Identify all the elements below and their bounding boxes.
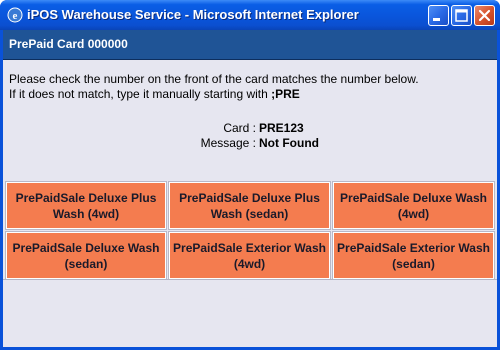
product-button-deluxe-4wd[interactable]: PrePaidSale Deluxe Wash (4wd) (332, 181, 495, 230)
card-row: Card : PRE123 (3, 121, 497, 136)
instruction-line-2-text: If it does not match, type it manually s… (9, 87, 272, 101)
product-button-deluxe-plus-4wd[interactable]: PrePaidSale Deluxe Plus Wash (4wd) (5, 181, 167, 230)
page-content: PrePaid Card 000000 Please check the num… (3, 30, 497, 347)
message-value: Not Found (259, 136, 319, 150)
product-button-grid: PrePaidSale Deluxe Plus Wash (4wd) PrePa… (5, 181, 496, 280)
instructions-text: Please check the number on the front of … (9, 72, 419, 102)
message-label: Message : (200, 136, 256, 150)
page-title: PrePaid Card 000000 (9, 37, 128, 51)
maximize-button[interactable] (451, 5, 472, 26)
card-header-bar: PrePaid Card 000000 (3, 30, 497, 60)
minimize-button[interactable] (428, 5, 449, 26)
minimize-icon (433, 18, 440, 21)
instruction-line-2: If it does not match, type it manually s… (9, 87, 419, 102)
browser-window: e iPOS Warehouse Service - Microsoft Int… (0, 0, 500, 350)
title-bar[interactable]: e iPOS Warehouse Service - Microsoft Int… (0, 0, 500, 30)
maximize-icon (455, 9, 468, 22)
instruction-line-1: Please check the number on the front of … (9, 72, 419, 86)
svg-text:e: e (13, 10, 18, 22)
close-icon (478, 9, 491, 22)
message-row: Message : Not Found (3, 136, 497, 151)
card-value: PRE123 (259, 121, 304, 135)
instruction-prefix-code: ;PRE (271, 87, 300, 101)
footer-divider (3, 279, 497, 280)
product-button-exterior-sedan[interactable]: PrePaidSale Exterior Wash (sedan) (332, 231, 495, 280)
card-label: Card : (223, 121, 256, 135)
window-title: iPOS Warehouse Service - Microsoft Inter… (27, 7, 359, 22)
close-button[interactable] (474, 5, 495, 26)
internet-explorer-icon: e (7, 7, 23, 23)
product-button-deluxe-sedan[interactable]: PrePaidSale Deluxe Wash (sedan) (5, 231, 167, 280)
card-info: Card : PRE123 Message : Not Found (3, 121, 497, 151)
product-button-exterior-4wd[interactable]: PrePaidSale Exterior Wash (4wd) (168, 231, 331, 280)
product-button-deluxe-plus-sedan[interactable]: PrePaidSale Deluxe Plus Wash (sedan) (168, 181, 331, 230)
